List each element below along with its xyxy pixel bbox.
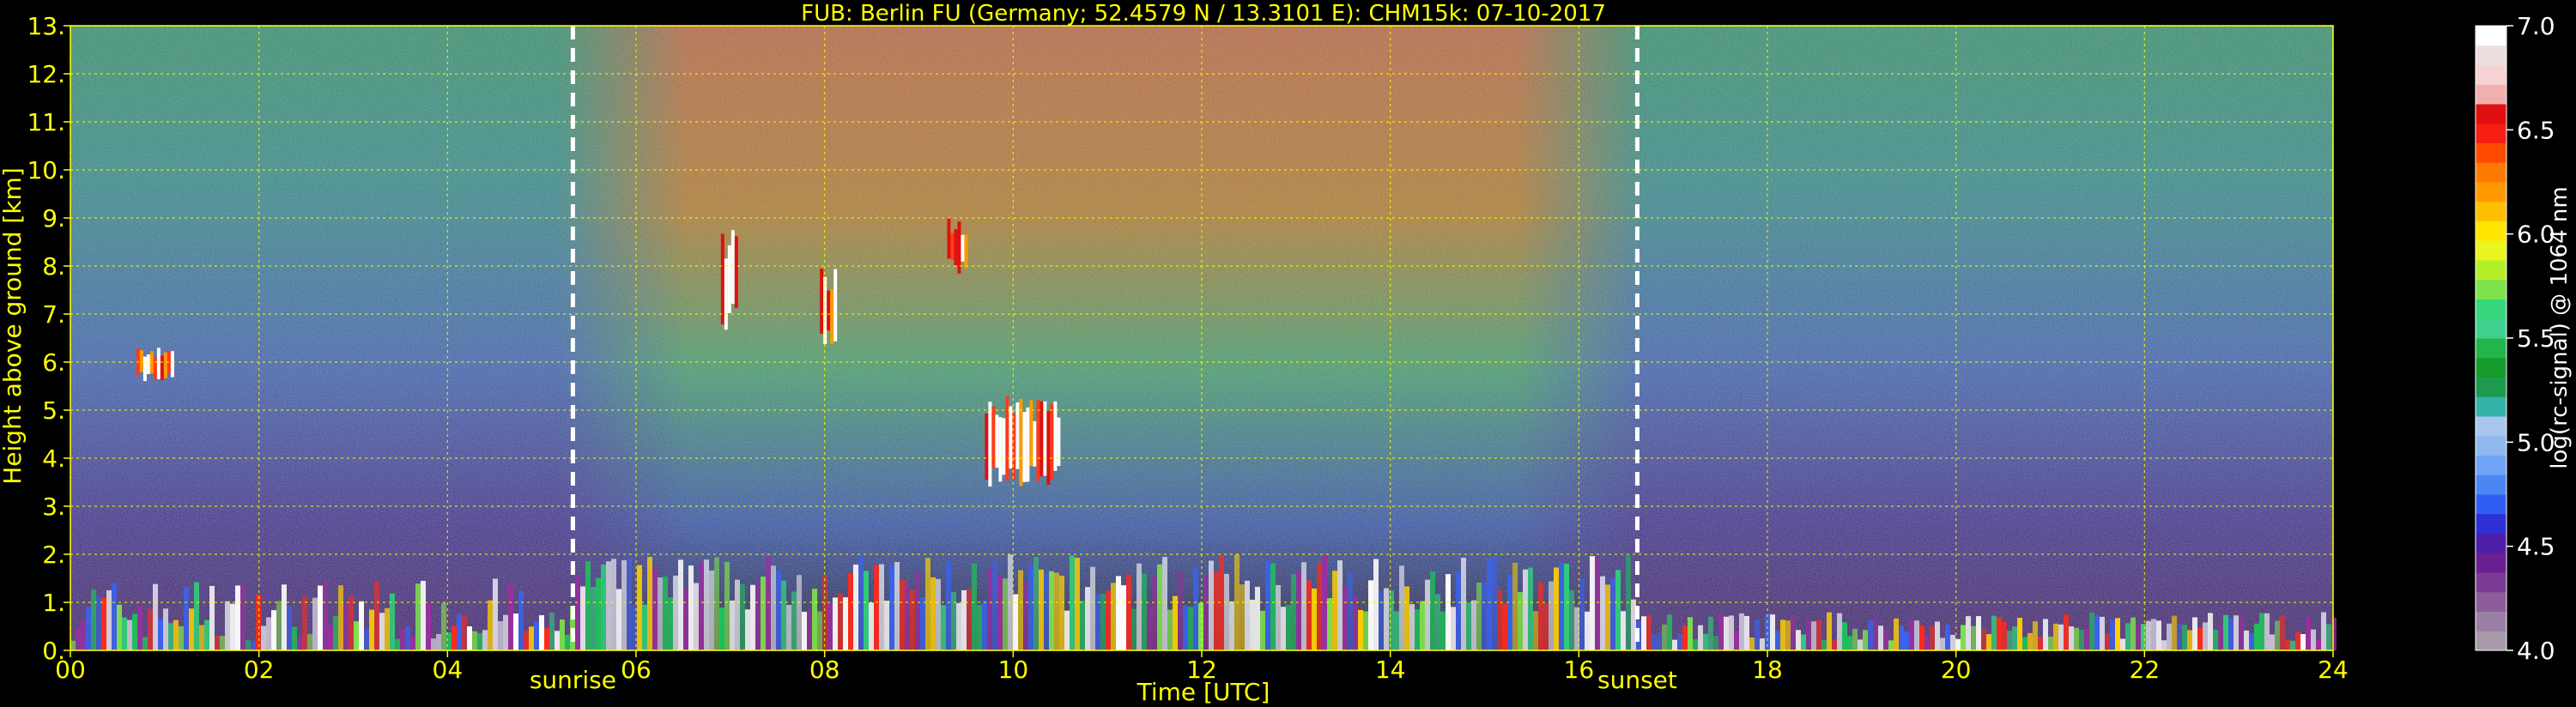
y-tick-label: 5. — [42, 396, 65, 425]
colorbar-segment — [2476, 260, 2506, 281]
ceilometer-chart: sunrise sunset 00 02 04 06 08 10 12 14 16 18 20 22 24… — [0, 1, 2573, 706]
colorbar-segment — [2476, 611, 2506, 631]
colorbar: 4.04.55.05.56.06.57.0 — [2475, 12, 2555, 665]
colorbar-segment — [2476, 377, 2506, 397]
colorbar-segment — [2476, 123, 2506, 143]
colorbar-segment — [2476, 142, 2506, 163]
sunrise-label: sunrise — [530, 666, 616, 694]
colorbar-segment — [2476, 104, 2506, 124]
colorbar-segment — [2476, 240, 2506, 261]
colorbar-segment — [2476, 474, 2506, 495]
x-tick-label: 24 — [2318, 656, 2349, 684]
y-tick-label: 11. — [27, 108, 65, 136]
y-tick-label: 4. — [42, 444, 65, 473]
y-tick-label: 7. — [42, 300, 65, 329]
colorbar-segment — [2476, 435, 2506, 456]
colorbar-segment — [2476, 494, 2506, 515]
colorbar-tick-label: 4.5 — [2517, 533, 2555, 561]
y-tick-label: 0. — [42, 637, 65, 665]
x-tick-label: 02 — [244, 656, 275, 684]
colorbar-tick-label: 6.5 — [2517, 116, 2555, 144]
colorbar-segment — [2476, 357, 2506, 378]
colorbar-segment — [2476, 533, 2506, 553]
colorbar-segment — [2476, 26, 2506, 46]
y-axis-label: Height above ground [km] — [0, 167, 27, 485]
y-tick-label: 12. — [27, 60, 65, 88]
x-tick-label: 20 — [1941, 656, 1972, 684]
x-axis-label: Time [UTC] — [1136, 678, 1270, 706]
y-tick-label: 6. — [42, 348, 65, 377]
y-tick-label: 13. — [27, 12, 65, 40]
x-tick-label: 18 — [1752, 656, 1783, 684]
colorbar-segment — [2476, 631, 2506, 651]
plot-area — [70, 26, 2337, 650]
colorbar-segment — [2476, 64, 2506, 85]
y-tick-label: 1. — [42, 589, 65, 617]
y-tick-label: 9. — [42, 204, 65, 233]
colorbar-tick-label: 4.0 — [2517, 637, 2555, 665]
colorbar-segment — [2476, 318, 2506, 339]
colorbar-tick-label: 7.0 — [2517, 12, 2555, 40]
colorbar-segment — [2476, 45, 2506, 65]
y-tick-label: 2. — [42, 541, 65, 569]
colorbar-label: log(rc-signal) @ 1064 nm — [2547, 186, 2573, 468]
colorbar-segment — [2476, 553, 2506, 573]
x-tick-label: 04 — [433, 656, 464, 684]
x-tick-label: 10 — [998, 656, 1029, 684]
colorbar-segment — [2476, 572, 2506, 593]
x-tick-label: 22 — [2130, 656, 2161, 684]
colorbar-segment — [2476, 416, 2506, 437]
colorbar-segment — [2476, 513, 2506, 534]
x-tick-label: 14 — [1375, 656, 1406, 684]
colorbar-segment — [2476, 455, 2506, 475]
colorbar-segment — [2476, 201, 2506, 221]
colorbar-segment — [2476, 182, 2506, 202]
colorbar-segment — [2476, 162, 2506, 183]
sunset-label: sunset — [1597, 666, 1677, 694]
colorbar-segment — [2476, 84, 2506, 105]
x-tick-label: 08 — [809, 656, 840, 684]
x-tick-label: 06 — [621, 656, 652, 684]
colorbar-segment — [2476, 299, 2506, 319]
x-tick-label: 16 — [1564, 656, 1595, 684]
chart-title: FUB: Berlin FU (Germany; 52.4579 N / 13.… — [801, 1, 1606, 27]
colorbar-segment — [2476, 221, 2506, 241]
colorbar-segment — [2476, 396, 2506, 417]
y-tick-label: 10. — [27, 156, 65, 184]
colorbar-segment — [2476, 338, 2506, 359]
colorbar-segment — [2476, 279, 2506, 299]
colorbar-segment — [2476, 591, 2506, 612]
y-tick-label: 3. — [42, 492, 65, 521]
y-tick-label: 8. — [42, 252, 65, 281]
